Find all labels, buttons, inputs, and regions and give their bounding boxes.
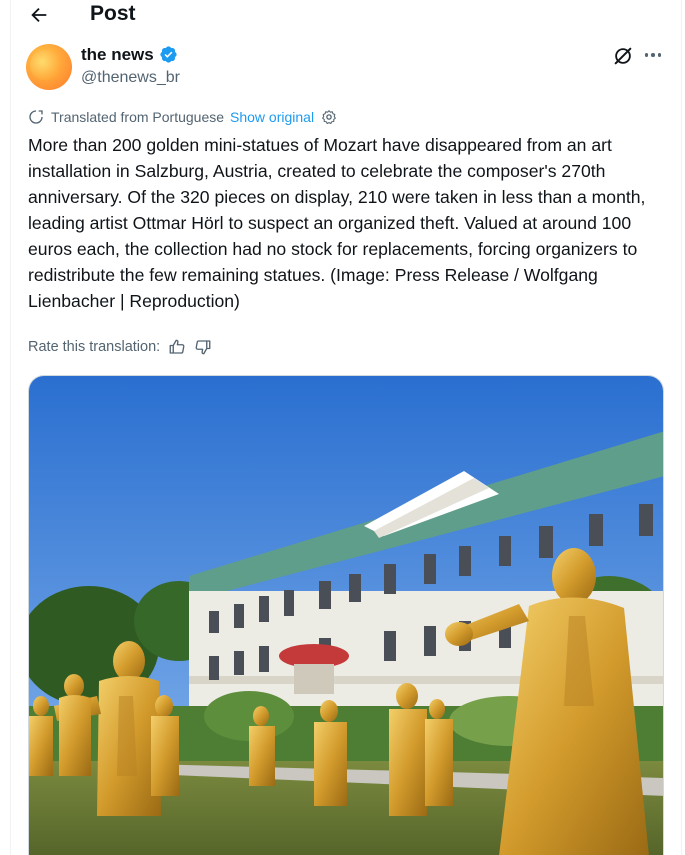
rate-translation: Rate this translation: [28, 336, 212, 358]
mozart-statues-photo [29, 376, 663, 855]
more-horizontal-icon [644, 53, 649, 57]
show-original-link[interactable]: Show original [230, 109, 314, 125]
verified-badge-icon [160, 46, 177, 63]
rate-label: Rate this translation: [28, 339, 161, 355]
author-name[interactable]: the news [81, 44, 154, 66]
back-button[interactable] [26, 2, 52, 28]
post-header: Post [0, 0, 685, 30]
arrow-left-icon [31, 7, 47, 23]
page-title: Post [90, 2, 136, 25]
post-text: More than 200 golden mini-statues of Moz… [28, 135, 646, 311]
translation-label: Translated from Portuguese [51, 109, 225, 125]
thumbs-up-icon[interactable] [168, 338, 186, 356]
translate-icon [29, 110, 43, 124]
grok-icon[interactable] [612, 45, 634, 67]
gear-icon[interactable] [321, 109, 337, 125]
column-border-right [681, 0, 682, 855]
translation-bar: Translated from Portuguese Show original [28, 107, 337, 127]
more-options-button[interactable] [642, 44, 664, 66]
column-border-left [10, 0, 11, 855]
thumbs-down-icon[interactable] [194, 338, 212, 356]
avatar-highlight [30, 50, 60, 80]
post-image[interactable] [28, 375, 664, 855]
author-handle[interactable]: @thenews_br [81, 68, 180, 88]
